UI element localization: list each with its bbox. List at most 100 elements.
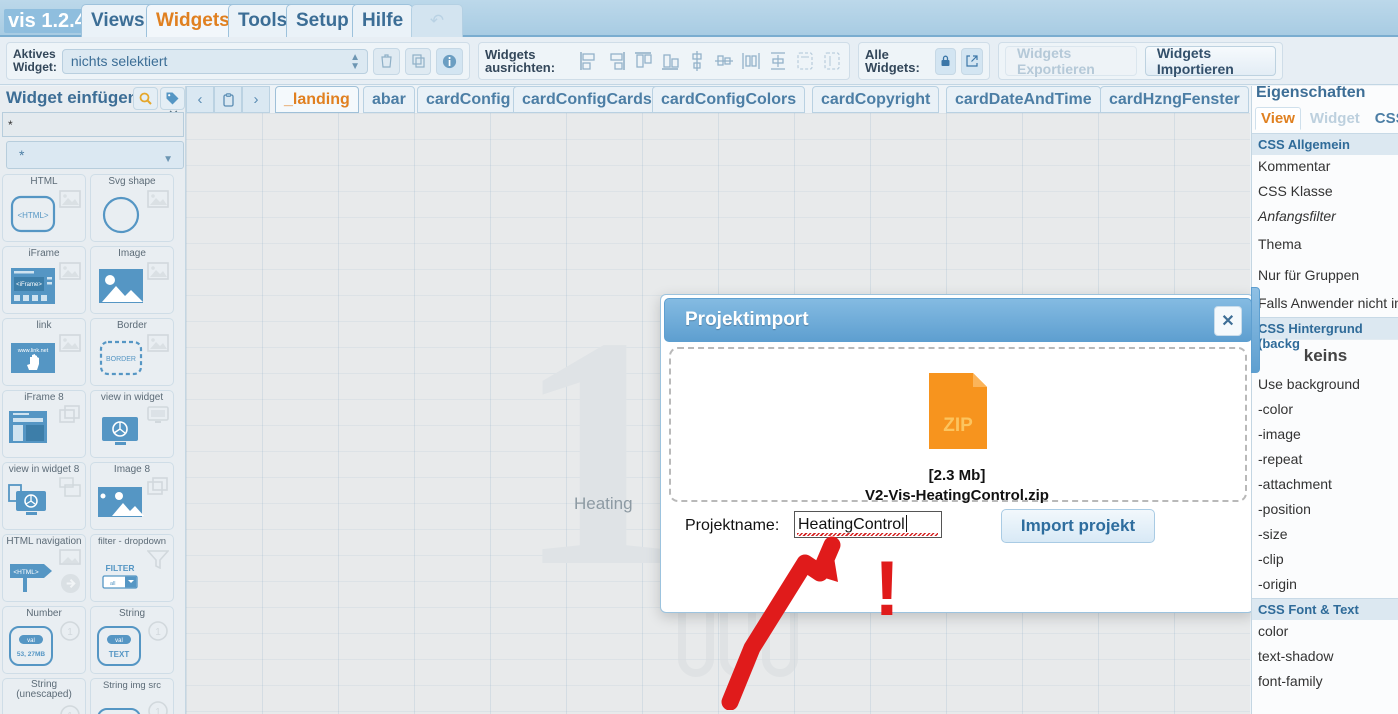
distribute-vertical-icon[interactable] xyxy=(767,49,789,73)
tab-widget[interactable]: Widget xyxy=(1304,107,1366,130)
copy-icon[interactable] xyxy=(404,47,432,75)
clipboard-icon[interactable] xyxy=(214,86,242,113)
info-icon[interactable] xyxy=(436,47,464,75)
export-widgets-button[interactable]: Widgets Exportieren xyxy=(1005,45,1137,77)
view-tab-cardConfigColors[interactable]: cardConfigColors xyxy=(652,86,806,113)
property-row-use-background[interactable]: Use background xyxy=(1252,373,1398,398)
property-row-kommentar[interactable]: Kommentar xyxy=(1252,155,1398,180)
align-middle-horizontal-icon[interactable] xyxy=(713,49,735,73)
widget-card-html-navigation[interactable]: HTML navigation <HTML> xyxy=(2,534,86,602)
view-tab-cardCopyright[interactable]: cardCopyright xyxy=(812,86,940,113)
widget-card-label: Image 8 xyxy=(113,464,151,475)
widget-card-svg-shape[interactable]: Svg shape xyxy=(90,174,174,242)
align-right-icon[interactable] xyxy=(605,49,627,73)
widget-card-label: HTML xyxy=(30,176,58,187)
tab-css[interactable]: CSS xyxy=(1369,107,1398,130)
view-tab-_landing[interactable]: _landing xyxy=(275,86,359,113)
close-icon[interactable]: ✕ xyxy=(1214,306,1242,336)
align-top-icon[interactable] xyxy=(632,49,654,73)
widget-card-iframe-8[interactable]: iFrame 8 xyxy=(2,390,86,458)
align-bottom-icon[interactable] xyxy=(659,49,681,73)
property-row-thema[interactable]: Thema xyxy=(1252,230,1398,261)
menu-tab-views[interactable]: Views xyxy=(81,4,155,37)
external-link-icon[interactable] xyxy=(961,47,983,75)
widget-category-value: * xyxy=(19,147,25,163)
widget-card-filter-dropdown[interactable]: filter - dropdown FILTER all xyxy=(90,534,174,602)
menu-tab-setup[interactable]: Setup xyxy=(286,4,359,37)
iframe-widget-icon: <iFrame> xyxy=(11,268,55,304)
property-row-text-shadow[interactable]: text-shadow xyxy=(1252,645,1398,670)
widget-card-html[interactable]: HTML <HTML> xyxy=(2,174,86,242)
view-tab-cardDateAndTime[interactable]: cardDateAndTime xyxy=(946,86,1101,113)
magnifier-icon[interactable] xyxy=(133,87,158,110)
canvas-heading-text: Heating xyxy=(574,494,633,513)
same-width-icon[interactable] xyxy=(794,49,816,73)
widget-card-number[interactable]: Number val 53, 27MB 1 xyxy=(2,606,86,674)
property-row-color[interactable]: -color xyxy=(1252,398,1398,423)
svg-text:val: val xyxy=(27,638,35,644)
widget-filter-input[interactable] xyxy=(2,112,184,137)
string-img-src-widget-icon: val xyxy=(97,708,141,714)
view-tab-cardHzngFenster[interactable]: cardHzngFenster xyxy=(1100,86,1249,113)
widget-card-link[interactable]: link www.link.net xyxy=(2,318,86,386)
widget-card-label: String xyxy=(118,608,146,619)
vis-editor-window: vis 1.2.4 Views Widgets Tools Setup Hilf… xyxy=(0,0,1398,714)
stack-monitor-badge-icon xyxy=(59,477,81,497)
widget-card-string-img-src[interactable]: String img src val 1 xyxy=(90,678,174,714)
view-tab-label: cardCopyright xyxy=(821,91,931,108)
one-badge-icon: 1 xyxy=(60,621,80,641)
chevron-right-icon[interactable]: › xyxy=(242,86,270,113)
widget-card-view-in-widget[interactable]: view in widget xyxy=(90,390,174,458)
trash-icon[interactable] xyxy=(373,47,400,75)
widget-palette-panel: Widget einfügen ✕ * ▼ HTML <HTML> xyxy=(0,86,186,714)
property-row-clip[interactable]: -clip xyxy=(1252,548,1398,573)
widget-grid: HTML <HTML> Svg shape iFrame <iFrame> Im… xyxy=(2,174,184,714)
widget-category-select[interactable]: * ▼ xyxy=(6,141,184,169)
widget-card-iframe[interactable]: iFrame <iFrame> xyxy=(2,246,86,314)
html-widget-icon: <HTML> xyxy=(10,195,56,233)
align-left-icon[interactable] xyxy=(578,49,600,73)
widget-card-border[interactable]: Border BORDER xyxy=(90,318,174,386)
undo-icon[interactable]: ↶ xyxy=(411,4,463,37)
zip-file-icon: ZIP xyxy=(671,371,1245,456)
import-projekt-button[interactable]: Import projekt xyxy=(1001,509,1155,543)
view-tab-label: abar xyxy=(372,91,406,108)
widget-card-string-unescaped[interactable]: String (unescaped) val 1 xyxy=(2,678,86,714)
tab-view[interactable]: View xyxy=(1255,107,1301,130)
properties-tabs: View Widget CSS xyxy=(1255,107,1398,130)
chevron-left-icon[interactable]: ‹ xyxy=(186,86,214,113)
all-widgets-label: Alle Widgets: xyxy=(865,47,920,75)
view-tab-abar[interactable]: abar xyxy=(363,86,415,113)
property-row-font-color[interactable]: color xyxy=(1252,620,1398,645)
menu-tab-widgets[interactable]: Widgets xyxy=(146,4,240,37)
lock-icon[interactable] xyxy=(934,47,957,75)
view-tab-cardConfigCards[interactable]: cardConfigCards xyxy=(513,86,661,113)
panel-collapse-handle[interactable] xyxy=(1251,287,1260,373)
property-row-css-klasse[interactable]: CSS Klasse xyxy=(1252,180,1398,205)
property-row-size[interactable]: -size xyxy=(1252,523,1398,548)
widget-card-string[interactable]: String val TEXT 1 xyxy=(90,606,174,674)
widget-card-view-in-widget-8[interactable]: view in widget 8 xyxy=(2,462,86,530)
widget-card-image-8[interactable]: Image 8 xyxy=(90,462,174,530)
property-row-origin[interactable]: -origin xyxy=(1252,573,1398,598)
property-row-falls-anwender[interactable]: Falls Anwender nicht in d xyxy=(1252,292,1398,317)
property-row-nur-fuer-gruppen[interactable]: Nur für Gruppen xyxy=(1252,261,1398,292)
property-row-attachment[interactable]: -attachment xyxy=(1252,473,1398,498)
distribute-horizontal-icon[interactable] xyxy=(740,49,762,73)
view-tab-label: cardConfigCards xyxy=(522,91,652,108)
property-row-repeat[interactable]: -repeat xyxy=(1252,448,1398,473)
property-row-font-family[interactable]: font-family xyxy=(1252,670,1398,695)
property-row-anfangsfilter[interactable]: Anfangsfilter xyxy=(1252,205,1398,230)
widget-card-image[interactable]: Image xyxy=(90,246,174,314)
property-row-image[interactable]: -image xyxy=(1252,423,1398,448)
import-widgets-button[interactable]: Widgets Importieren xyxy=(1144,45,1276,77)
view-tab-cardConfig[interactable]: cardConfig xyxy=(417,86,520,113)
view-tab-label: cardConfig xyxy=(426,91,511,108)
align-center-vertical-icon[interactable] xyxy=(686,49,708,73)
property-row-position[interactable]: -position xyxy=(1252,498,1398,523)
export-widgets-label: Widgets Exportieren xyxy=(1017,45,1095,77)
active-widget-select[interactable]: nichts selektiert ▲ ▼ xyxy=(61,48,368,74)
menu-tab-hilfe[interactable]: Hilfe xyxy=(352,4,414,37)
same-height-icon[interactable] xyxy=(821,49,843,73)
file-name-label: V2-Vis-HeatingControl.zip xyxy=(865,487,1049,504)
